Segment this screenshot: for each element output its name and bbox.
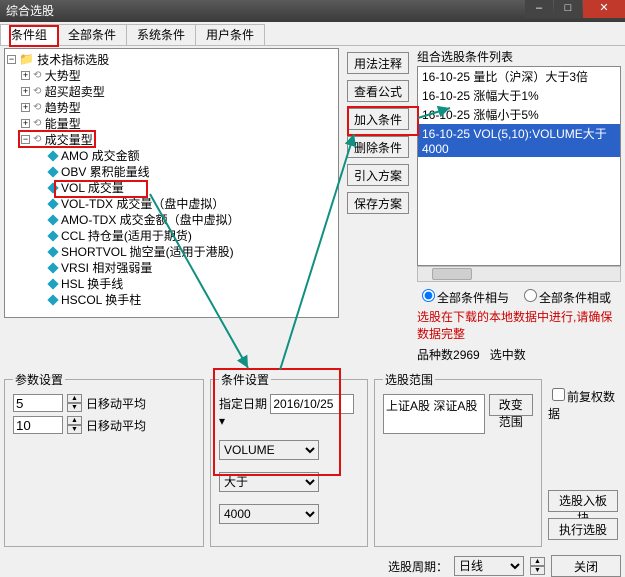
tree-leaf[interactable]: CCL 持仓量(适用于期货)	[61, 229, 192, 243]
ma1-input[interactable]	[13, 394, 63, 412]
add-condition-button[interactable]: 加入条件	[347, 108, 409, 130]
date-input[interactable]	[270, 394, 354, 414]
spin-down-icon[interactable]: ▼	[67, 403, 82, 412]
action-button-column: 用法注释 查看公式 加入条件 删除条件 引入方案 保存方案	[347, 52, 409, 363]
scrollbar-thumb[interactable]	[432, 268, 472, 280]
indicator-icon	[47, 198, 58, 209]
ma1-label: 日移动平均	[86, 395, 146, 412]
variety-count: 2969	[453, 348, 480, 362]
indicator-icon	[47, 214, 58, 225]
counts-row: 品种数2969 选中数	[417, 346, 621, 363]
tree-group[interactable]: 大势型	[45, 69, 81, 83]
scope-legend: 选股范围	[383, 371, 435, 388]
indicator-icon	[47, 150, 58, 161]
indicator-icon	[47, 166, 58, 177]
tree-group[interactable]: 能量型	[45, 117, 81, 131]
param-legend: 参数设置	[13, 371, 65, 388]
select-to-block-button[interactable]: 选股入板块	[548, 490, 618, 512]
tab-group[interactable]: 条件组	[0, 24, 58, 45]
indicator-icon	[47, 262, 58, 273]
indicator-icon	[47, 182, 58, 193]
ma2-input[interactable]	[13, 416, 63, 434]
maximize-button[interactable]: □	[554, 0, 582, 18]
collapse-icon[interactable]: −	[7, 55, 16, 64]
indicator-icon	[47, 230, 58, 241]
tab-user[interactable]: 用户条件	[195, 24, 265, 45]
field-select[interactable]: VOLUME	[219, 440, 319, 460]
tree-leaf[interactable]: OBV 累积能量线	[61, 165, 150, 179]
period-select[interactable]: 日线	[454, 556, 524, 576]
window-title: 综合选股	[6, 4, 54, 18]
tree-leaf[interactable]: HSCOL 换手柱	[61, 293, 141, 307]
ma2-label: 日移动平均	[86, 417, 146, 434]
radio-and[interactable]: 全部条件相与	[417, 291, 509, 305]
tree-leaf[interactable]: HSL 换手线	[61, 277, 123, 291]
horizontal-scrollbar[interactable]	[417, 266, 621, 282]
period-label: 选股周期：	[388, 558, 448, 575]
run-selection-button[interactable]: 执行选股	[548, 518, 618, 540]
condition-list[interactable]: 16-10-25 量比（沪深）大于3倍 16-10-25 涨幅大于1% 16-1…	[417, 66, 621, 266]
scope-fieldset: 选股范围 上证A股 深证A股 改变范围	[374, 371, 542, 547]
window-title-bar: 综合选股 – □ ✕	[0, 0, 625, 22]
tree-group-volume[interactable]: 成交量型	[45, 133, 93, 147]
view-formula-button[interactable]: 查看公式	[347, 80, 409, 102]
scope-text[interactable]: 上证A股 深证A股	[383, 394, 485, 434]
cond-set-legend: 条件设置	[219, 371, 271, 388]
condition-row-selected[interactable]: 16-10-25 VOL(5,10):VOLUME大于4000	[418, 124, 620, 157]
op-select[interactable]: 大于	[219, 472, 319, 492]
expand-icon[interactable]: +	[21, 71, 30, 80]
spin-up-icon[interactable]: ▲	[67, 394, 82, 403]
indicator-icon	[47, 294, 58, 305]
indicator-icon	[47, 278, 58, 289]
condition-row[interactable]: 16-10-25 涨幅大于1%	[418, 86, 620, 105]
tree-group[interactable]: 趋势型	[45, 101, 81, 115]
indicator-tree[interactable]: −📁 技术指标选股 +⟲ 大势型 +⟲ 超买超卖型 +⟲ 趋势型 +⟲ 能量型 …	[4, 48, 339, 318]
condition-row[interactable]: 16-10-25 涨幅小于5%	[418, 105, 620, 124]
save-plan-button[interactable]: 保存方案	[347, 192, 409, 214]
date-label: 指定日期	[219, 397, 267, 411]
spin-down-icon[interactable]: ▼	[530, 566, 545, 575]
tab-all[interactable]: 全部条件	[57, 24, 127, 45]
tree-leaf-vol[interactable]: VOL 成交量	[61, 181, 124, 195]
expand-icon[interactable]: +	[21, 103, 30, 112]
collapse-icon[interactable]: −	[21, 135, 30, 144]
param-fieldset: 参数设置 ▲▼ 日移动平均 ▲▼ 日移动平均	[4, 371, 204, 547]
spin-down-icon[interactable]: ▼	[67, 425, 82, 434]
tree-leaf[interactable]: AMO 成交金额	[61, 149, 140, 163]
indicator-icon	[47, 246, 58, 257]
logic-radio-group: 全部条件相与 全部条件相或	[417, 286, 621, 306]
qfq-checkbox[interactable]: 前复权数据	[548, 385, 618, 422]
expand-icon[interactable]: +	[21, 87, 30, 96]
change-scope-button[interactable]: 改变范围	[489, 394, 534, 416]
warning-text: 选股在下载的本地数据中进行,请确保数据完整	[417, 308, 621, 342]
value-select[interactable]: 4000	[219, 504, 319, 524]
close-window-button[interactable]: ✕	[583, 0, 625, 18]
close-button[interactable]: 关闭	[551, 555, 621, 577]
cond-list-title: 组合选股条件列表	[417, 48, 621, 66]
tree-root: 技术指标选股	[37, 53, 109, 67]
usage-button[interactable]: 用法注释	[347, 52, 409, 74]
tree-leaf[interactable]: AMO-TDX 成交金额（盘中虚拟）	[61, 213, 240, 227]
tab-system[interactable]: 系统条件	[126, 24, 196, 45]
cond-set-fieldset: 条件设置 指定日期 ▾ VOLUME 大于 4000	[210, 371, 368, 547]
spin-up-icon[interactable]: ▲	[67, 416, 82, 425]
condition-row[interactable]: 16-10-25 量比（沪深）大于3倍	[418, 67, 620, 86]
tree-leaf[interactable]: VOL-TDX 成交量（盘中虚拟）	[61, 197, 224, 211]
import-plan-button[interactable]: 引入方案	[347, 164, 409, 186]
expand-icon[interactable]: +	[21, 119, 30, 128]
radio-or[interactable]: 全部条件相或	[519, 291, 611, 305]
spin-up-icon[interactable]: ▲	[530, 557, 545, 566]
tree-leaf[interactable]: SHORTVOL 抛空量(适用于港股)	[61, 245, 234, 259]
delete-condition-button[interactable]: 删除条件	[347, 136, 409, 158]
tab-bar: 条件组 全部条件 系统条件 用户条件	[0, 24, 625, 46]
tree-group[interactable]: 超买超卖型	[45, 85, 105, 99]
tree-leaf[interactable]: VRSI 相对强弱量	[61, 261, 152, 275]
minimize-button[interactable]: –	[525, 0, 553, 18]
